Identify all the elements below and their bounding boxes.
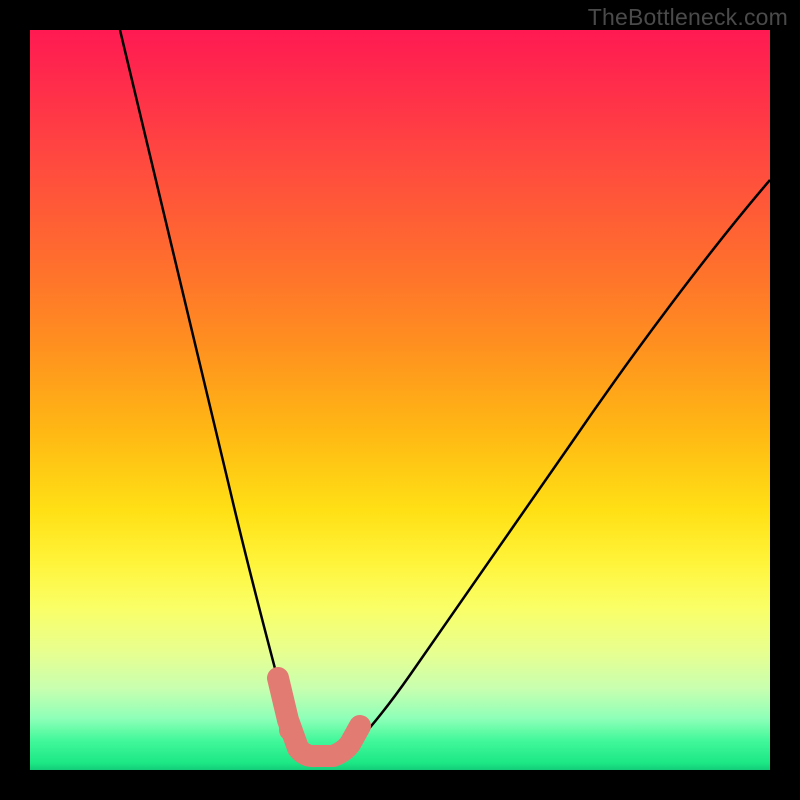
chart-frame: TheBottleneck.com <box>0 0 800 800</box>
plot-area <box>30 30 770 770</box>
left-curve <box>120 30 303 763</box>
highlight-dot <box>279 719 301 741</box>
right-curve <box>333 180 770 766</box>
plot-svg <box>30 30 770 770</box>
watermark-label: TheBottleneck.com <box>588 4 788 31</box>
highlight-check <box>278 678 360 756</box>
